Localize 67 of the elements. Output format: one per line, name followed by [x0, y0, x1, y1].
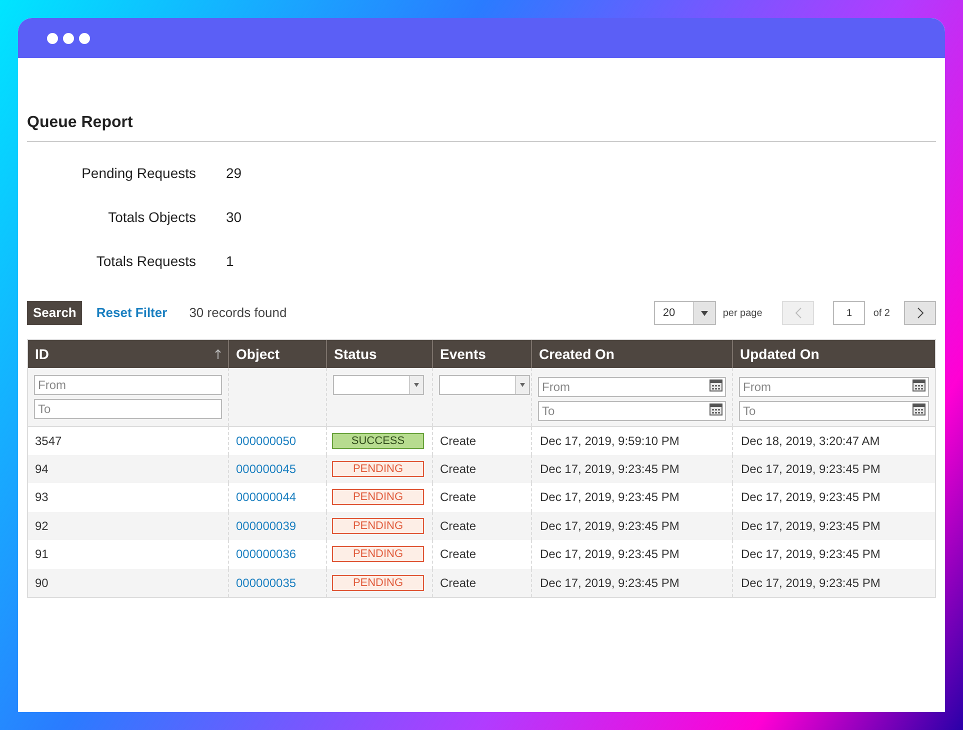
- stat-label: Totals Objects: [107, 208, 196, 227]
- status-badge: PENDING: [332, 574, 424, 591]
- table-cell-text: Dec 17, 2019, 9:59:10 PM: [540, 432, 680, 450]
- table-cell-text: 91: [35, 546, 48, 564]
- table-cell-text: Dec 17, 2019, 9:23:45 PM: [540, 460, 680, 478]
- stat-label: Pending Requests: [80, 164, 196, 183]
- table-cell-text: Dec 17, 2019, 9:23:45 PM: [741, 489, 880, 506]
- object-link[interactable]: 000000036: [236, 545, 296, 564]
- table-cell-text: Create: [440, 432, 476, 450]
- stat-value: 30: [226, 208, 242, 226]
- to-field[interactable]: To: [34, 399, 222, 419]
- table-cell-text: Dec 18, 2019, 3:20:47 AM: [741, 432, 880, 450]
- status-badge: SUCCESS: [332, 432, 424, 449]
- object-link[interactable]: 000000039: [236, 516, 296, 535]
- caret-icon: [520, 383, 525, 387]
- table-cell-text: Dec 17, 2019, 9:23:45 PM: [540, 546, 680, 564]
- calendar-icon[interactable]: [709, 378, 723, 392]
- stat-value: 1: [226, 252, 234, 270]
- table-cell-text: Create: [440, 460, 476, 478]
- table-cell-text: Dec 17, 2019, 9:23:45 PM: [540, 518, 680, 535]
- status-badge: PENDING: [332, 460, 424, 477]
- page-title: Queue Report: [27, 114, 133, 131]
- per-page-label: per page: [722, 306, 762, 320]
- table-cell-text: Dec 17, 2019, 9:23:45 PM: [741, 574, 880, 592]
- status-badge: PENDING: [332, 546, 424, 562]
- object-link[interactable]: 000000044: [236, 488, 296, 506]
- status-badge: PENDING: [332, 489, 424, 506]
- page-count: of 2: [873, 306, 890, 320]
- status-badge: PENDING: [332, 518, 424, 534]
- stat-value: 29: [226, 164, 242, 182]
- caret-icon: [700, 310, 708, 316]
- page-number-field[interactable]: 1: [833, 301, 866, 325]
- table-cell-text: 93: [35, 489, 48, 506]
- object-link[interactable]: 000000035: [236, 574, 296, 592]
- sort-arrow-icon: [215, 349, 221, 359]
- table-cell-text: Create: [440, 489, 476, 506]
- calendar-icon[interactable]: [912, 378, 926, 392]
- table-cell-text: 90: [35, 574, 48, 592]
- reset-filter-link[interactable]: Reset Filter: [96, 303, 168, 323]
- table-cell-text: Create: [440, 546, 476, 564]
- caret-icon: [414, 383, 419, 387]
- chevron-right-icon: [916, 307, 924, 319]
- date-field[interactable]: To: [538, 401, 726, 421]
- table-cell-text: Dec 17, 2019, 9:23:45 PM: [741, 460, 880, 478]
- table-cell-text: Create: [440, 518, 476, 535]
- object-link[interactable]: 000000045: [236, 460, 296, 478]
- table-cell-text: Create: [440, 574, 476, 592]
- table-cell-text: Dec 17, 2019, 9:23:45 PM: [540, 489, 680, 506]
- table-cell-text: 3547: [35, 432, 62, 450]
- date-field[interactable]: To: [739, 401, 929, 421]
- chevron-left-icon: [794, 307, 802, 319]
- records-count: 30 records found: [189, 304, 287, 322]
- calendar-icon[interactable]: [912, 402, 926, 416]
- table-cell-text: Dec 17, 2019, 9:23:45 PM: [741, 518, 880, 535]
- object-link[interactable]: 000000050: [236, 432, 296, 450]
- from-field[interactable]: From: [34, 375, 222, 395]
- page-size-dropdown[interactable]: 20: [654, 301, 716, 325]
- table-cell-text: Dec 17, 2019, 9:23:45 PM: [540, 574, 680, 592]
- table-cell-text: 94: [35, 460, 48, 478]
- date-field[interactable]: From: [739, 377, 929, 397]
- stat-label: Totals Requests: [95, 252, 196, 271]
- table-cell-text: 92: [35, 518, 48, 535]
- table-cell-text: Dec 17, 2019, 9:23:45 PM: [741, 546, 880, 564]
- search-button[interactable]: Search: [27, 301, 82, 325]
- column-header[interactable]: Updated On: [733, 340, 935, 368]
- calendar-icon[interactable]: [709, 402, 723, 416]
- date-field[interactable]: From: [538, 377, 726, 397]
